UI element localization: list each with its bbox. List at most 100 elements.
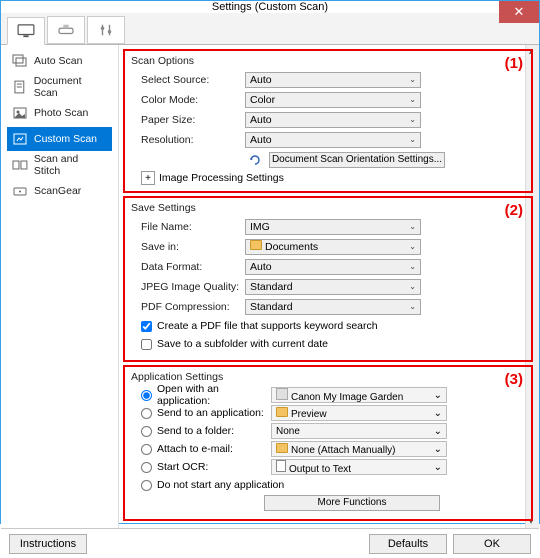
pdf-compression-label: PDF Compression: (131, 301, 245, 313)
dropdown-value: Documents (265, 241, 318, 253)
application-settings-title: Application Settings (131, 371, 525, 383)
send-to-app-radio[interactable] (141, 408, 152, 419)
dropdown-value: None (276, 426, 300, 437)
sidebar-item-scangear[interactable]: ScanGear (7, 179, 112, 203)
do-not-start-label: Do not start any application (157, 479, 284, 491)
instructions-button[interactable]: Instructions (9, 534, 87, 554)
start-ocr-label: Start OCR: (157, 461, 271, 473)
start-ocr-radio[interactable] (141, 462, 152, 473)
sidebar-item-document-scan[interactable]: Document Scan (7, 75, 112, 99)
sidebar-item-label: Auto Scan (34, 55, 82, 67)
chevron-down-icon: ⌄ (434, 444, 442, 455)
custom-icon (12, 132, 28, 146)
send-to-folder-radio[interactable] (141, 426, 152, 437)
attach-email-radio[interactable] (141, 444, 152, 455)
sidebar-item-label: Custom Scan (34, 133, 97, 145)
file-name-field[interactable]: IMG ⌄ (245, 219, 421, 235)
panel-number-3: (3) (505, 371, 523, 388)
select-source-dropdown[interactable]: Auto ⌄ (245, 72, 421, 88)
paper-size-label: Paper Size: (131, 114, 245, 126)
field-value: IMG (250, 221, 270, 233)
save-in-dropdown[interactable]: Documents ⌄ (245, 239, 421, 255)
chevron-down-icon: ⌄ (409, 282, 416, 291)
expand-image-processing-button[interactable]: + (141, 171, 155, 185)
data-format-dropdown[interactable]: Auto ⌄ (245, 259, 421, 275)
do-not-start-radio[interactable] (141, 480, 152, 491)
dropdown-value: Auto (250, 134, 272, 146)
chevron-down-icon: ⌄ (409, 242, 416, 251)
photo-icon (12, 106, 28, 120)
subfolder-date-checkbox[interactable] (141, 339, 152, 350)
chevron-down-icon: ⌄ (434, 426, 442, 437)
dropdown-value: Auto (250, 261, 272, 273)
dropdown-value: Auto (250, 114, 272, 126)
open-with-app-radio[interactable] (141, 390, 152, 401)
folder-icon (276, 443, 288, 453)
scan-options-title: Scan Options (131, 55, 525, 67)
chevron-down-icon: ⌄ (409, 262, 416, 271)
scangear-icon (12, 184, 28, 198)
save-settings-panel: (2) Save Settings File Name:IMG⌄ Save in… (123, 196, 533, 362)
jpeg-quality-dropdown[interactable]: Standard ⌄ (245, 279, 421, 295)
dropdown-value: None (Attach Manually) (291, 445, 396, 456)
paper-size-dropdown[interactable]: Auto ⌄ (245, 112, 421, 128)
resolution-label: Resolution: (131, 134, 245, 146)
send-to-app-label: Send to an application: (157, 407, 271, 419)
refresh-icon[interactable] (245, 152, 265, 167)
dropdown-value: Canon My Image Garden (291, 392, 403, 403)
keyword-search-checkbox[interactable] (141, 321, 152, 332)
sidebar-item-scan-and-stitch[interactable]: Scan and Stitch (7, 153, 112, 177)
sidebar-item-auto-scan[interactable]: Auto Scan (7, 49, 112, 73)
chevron-down-icon: ⌄ (409, 115, 416, 124)
open-with-app-label: Open with an application: (157, 383, 271, 407)
sidebar-item-label: Photo Scan (34, 107, 88, 119)
scanner-icon (57, 23, 75, 37)
select-source-label: Select Source: (131, 74, 245, 86)
sidebar-item-label: Document Scan (34, 75, 107, 99)
sidebar-item-label: Scan and Stitch (34, 153, 107, 177)
chevron-down-icon: ⌄ (434, 408, 442, 419)
chevron-down-icon: ⌄ (434, 390, 442, 401)
chevron-down-icon: ⌄ (409, 302, 416, 311)
orientation-settings-button[interactable]: Document Scan Orientation Settings... (269, 152, 445, 168)
sidebar-item-label: ScanGear (34, 185, 81, 197)
chevron-down-icon: ⌄ (409, 95, 416, 104)
more-functions-button[interactable]: More Functions (264, 495, 440, 511)
open-with-app-dropdown[interactable]: Canon My Image Garden ⌄ (271, 387, 447, 403)
stitch-icon (12, 158, 28, 172)
save-in-label: Save in: (131, 241, 245, 253)
tab-general-settings[interactable] (87, 16, 125, 44)
defaults-button[interactable]: Defaults (369, 534, 447, 554)
send-to-folder-dropdown[interactable]: None ⌄ (271, 423, 447, 439)
attach-email-dropdown[interactable]: None (Attach Manually) ⌄ (271, 441, 447, 457)
sidebar-item-photo-scan[interactable]: Photo Scan (7, 101, 112, 125)
resolution-dropdown[interactable]: Auto ⌄ (245, 132, 421, 148)
image-processing-label: Image Processing Settings (159, 172, 284, 184)
chevron-down-icon: ⌄ (434, 462, 442, 473)
attach-email-label: Attach to e-mail: (157, 443, 271, 455)
tab-scan-from-computer[interactable] (7, 17, 45, 45)
monitor-icon (17, 24, 35, 38)
pdf-compression-dropdown[interactable]: Standard ⌄ (245, 299, 421, 315)
sidebar: Auto Scan Document Scan Photo Scan Custo… (1, 45, 119, 528)
dropdown-value: Auto (250, 74, 272, 86)
color-mode-dropdown[interactable]: Color⌄ (245, 92, 421, 108)
tab-scan-from-panel[interactable] (47, 16, 85, 44)
sidebar-item-custom-scan[interactable]: Custom Scan (7, 127, 112, 151)
top-tabbar (1, 13, 539, 45)
close-button[interactable]: ✕ (499, 1, 539, 23)
color-mode-label: Color Mode: (131, 94, 245, 106)
start-ocr-dropdown[interactable]: Output to Text ⌄ (271, 459, 447, 475)
chevron-down-icon: ⌄ (409, 135, 416, 144)
data-format-label: Data Format: (131, 261, 245, 273)
chevron-down-icon: ⌄ (409, 222, 416, 231)
photo-stack-icon (12, 54, 28, 68)
ok-button[interactable]: OK (453, 534, 531, 554)
send-to-app-dropdown[interactable]: Preview⌄ (271, 405, 447, 421)
dropdown-value: Output to Text (289, 464, 351, 475)
dropdown-value: Standard (250, 301, 293, 313)
dropdown-value: Standard (250, 281, 293, 293)
save-settings-title: Save Settings (131, 202, 525, 214)
panel-number-1: (1) (505, 55, 523, 72)
chevron-down-icon: ⌄ (409, 75, 416, 84)
